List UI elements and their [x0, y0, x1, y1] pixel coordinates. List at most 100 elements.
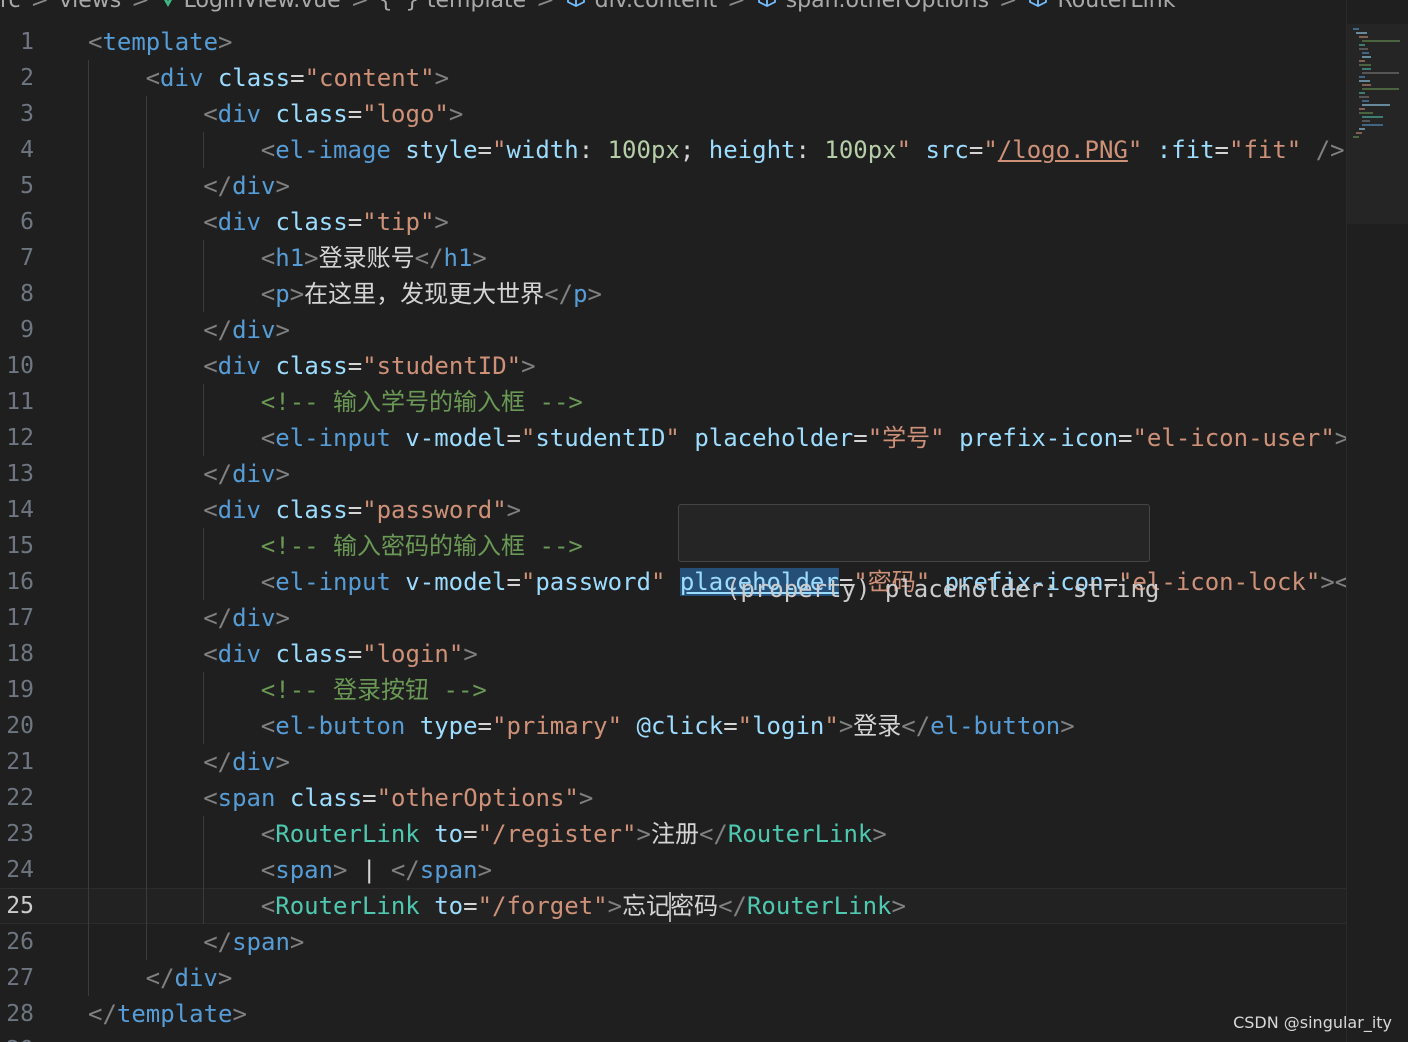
code-line[interactable]: 21 </div>: [0, 744, 1346, 780]
line-number[interactable]: 11: [0, 384, 34, 420]
code-line[interactable]: 11 <!-- 输入学号的输入框 -->: [0, 384, 1346, 420]
line-number[interactable]: 7: [0, 240, 34, 276]
minimap-line: [1362, 56, 1371, 58]
code-text: <span> | </span>: [261, 852, 492, 888]
code-token: </: [390, 856, 420, 884]
line-number[interactable]: 13: [0, 456, 34, 492]
code-line[interactable]: 7 <h1>登录账号</h1>: [0, 240, 1346, 276]
code-line[interactable]: 29: [0, 1032, 1346, 1042]
code-line[interactable]: 22 <span class="otherOptions">: [0, 780, 1346, 816]
code-line[interactable]: 18 <div class="login">: [0, 636, 1346, 672]
line-number[interactable]: 15: [0, 528, 34, 564]
code-token: placeholder: [694, 424, 854, 452]
code-token: "otherOptions": [376, 784, 579, 812]
code-token: >: [448, 100, 464, 128]
breadcrumb-item[interactable]: { } template >: [379, 0, 565, 13]
code-line[interactable]: 1 <template>: [0, 24, 1346, 60]
line-number[interactable]: 6: [0, 204, 34, 240]
line-number[interactable]: 12: [0, 420, 34, 456]
line-number[interactable]: 3: [0, 96, 34, 132]
line-number[interactable]: 2: [0, 60, 34, 96]
code-line[interactable]: 3 <div class="logo">: [0, 96, 1346, 132]
line-number[interactable]: 28: [0, 996, 34, 1032]
code-token: style: [405, 136, 478, 164]
code-token: </: [203, 316, 233, 344]
code-line[interactable]: 2 <div class="content">: [0, 60, 1346, 96]
line-number[interactable]: 17: [0, 600, 34, 636]
indent-guide: [88, 924, 89, 960]
breadcrumb-item[interactable]: LoginView.vue >: [160, 0, 379, 13]
code-token: "/forget": [477, 892, 608, 920]
code-line[interactable]: 19 <!-- 登录按钮 -->: [0, 672, 1346, 708]
line-number[interactable]: 9: [0, 312, 34, 348]
code-token: div: [217, 496, 261, 524]
line-number[interactable]: 21: [0, 744, 34, 780]
line-number[interactable]: 24: [0, 852, 34, 888]
code-token: =: [347, 640, 363, 668]
breadcrumb-item[interactable]: rc >: [0, 0, 59, 13]
code-text: </div>: [203, 600, 290, 636]
code-line[interactable]: 5 </div>: [0, 168, 1346, 204]
line-number[interactable]: 26: [0, 924, 34, 960]
code-token: el-input: [275, 424, 391, 452]
line-number[interactable]: 22: [0, 780, 34, 816]
breadcrumb-item[interactable]: div.content >: [565, 0, 756, 14]
code-token: class: [217, 64, 291, 92]
code-token: 在这里，发现更大世界: [304, 280, 545, 308]
code-line[interactable]: 24 <span> | </span>: [0, 852, 1346, 888]
code-token: ": [737, 712, 753, 740]
line-number[interactable]: 20: [0, 708, 34, 744]
line-number[interactable]: 10: [0, 348, 34, 384]
code-line[interactable]: 20 <el-button type="primary" @click="logi…: [0, 708, 1346, 744]
code-line[interactable]: 23 <RouterLink to="/register">注册</RouterL…: [0, 816, 1346, 852]
line-number[interactable]: 23: [0, 816, 34, 852]
minimap[interactable]: [1346, 0, 1408, 1042]
code-line[interactable]: 8 <p>在这里，发现更大世界</p>: [0, 276, 1346, 312]
line-number[interactable]: 1: [0, 24, 34, 60]
code-text: </div>: [203, 456, 290, 492]
code-token: ": [665, 424, 680, 452]
cube-icon: [1027, 0, 1049, 14]
code-token: <: [260, 892, 276, 920]
code-line[interactable]: 28 </template>: [0, 996, 1346, 1032]
line-number[interactable]: 16: [0, 564, 34, 600]
code-line[interactable]: 26 </span>: [0, 924, 1346, 960]
code-token: "fit": [1229, 136, 1302, 164]
line-number[interactable]: 25: [0, 888, 34, 924]
code-token: >: [434, 208, 449, 236]
indent-guide: [88, 240, 89, 276]
line-number[interactable]: 5: [0, 168, 34, 204]
line-number[interactable]: 8: [0, 276, 34, 312]
code-token: <!-- 登录按钮 -->: [260, 676, 487, 704]
code-line[interactable]: 12 <el-input v-model="studentID" placehol…: [0, 420, 1346, 456]
code-line[interactable]: 6 <div class="tip">: [0, 204, 1346, 240]
code-token: <!-- 输入学号的输入框 -->: [260, 388, 583, 416]
code-token: >: [217, 964, 233, 992]
minimap-line: [1353, 28, 1359, 30]
code-token: =: [290, 64, 305, 92]
code-token: to: [434, 820, 464, 848]
code-line[interactable]: 9 </div>: [0, 312, 1346, 348]
breadcrumb-item[interactable]: span.otherOptions >: [756, 0, 1028, 14]
breadcrumb-item[interactable]: views >: [59, 0, 160, 13]
line-number[interactable]: 18: [0, 636, 34, 672]
code-line[interactable]: 4 <el-image style="width: 100px; height: …: [0, 132, 1346, 168]
cube-icon: [756, 0, 778, 14]
code-token: h1: [443, 244, 473, 272]
code-line[interactable]: 13 </div>: [0, 456, 1346, 492]
breadcrumb-item[interactable]: RouterLink: [1027, 0, 1175, 14]
code-line[interactable]: 25 <RouterLink to="/forget">忘记密码</RouterL…: [0, 888, 1346, 924]
indent-guide: [88, 852, 89, 888]
line-number[interactable]: 19: [0, 672, 34, 708]
line-number[interactable]: 27: [0, 960, 34, 996]
code-token: =: [1214, 136, 1229, 164]
line-number[interactable]: 29: [0, 1032, 34, 1042]
code-token: "logo": [362, 100, 449, 128]
line-number[interactable]: 4: [0, 132, 34, 168]
code-line[interactable]: 27 </div>: [0, 960, 1346, 996]
code-token: =: [362, 784, 377, 812]
line-number[interactable]: 14: [0, 492, 34, 528]
code-line[interactable]: 10 <div class="studentID">: [0, 348, 1346, 384]
indent-guide: [88, 60, 89, 96]
